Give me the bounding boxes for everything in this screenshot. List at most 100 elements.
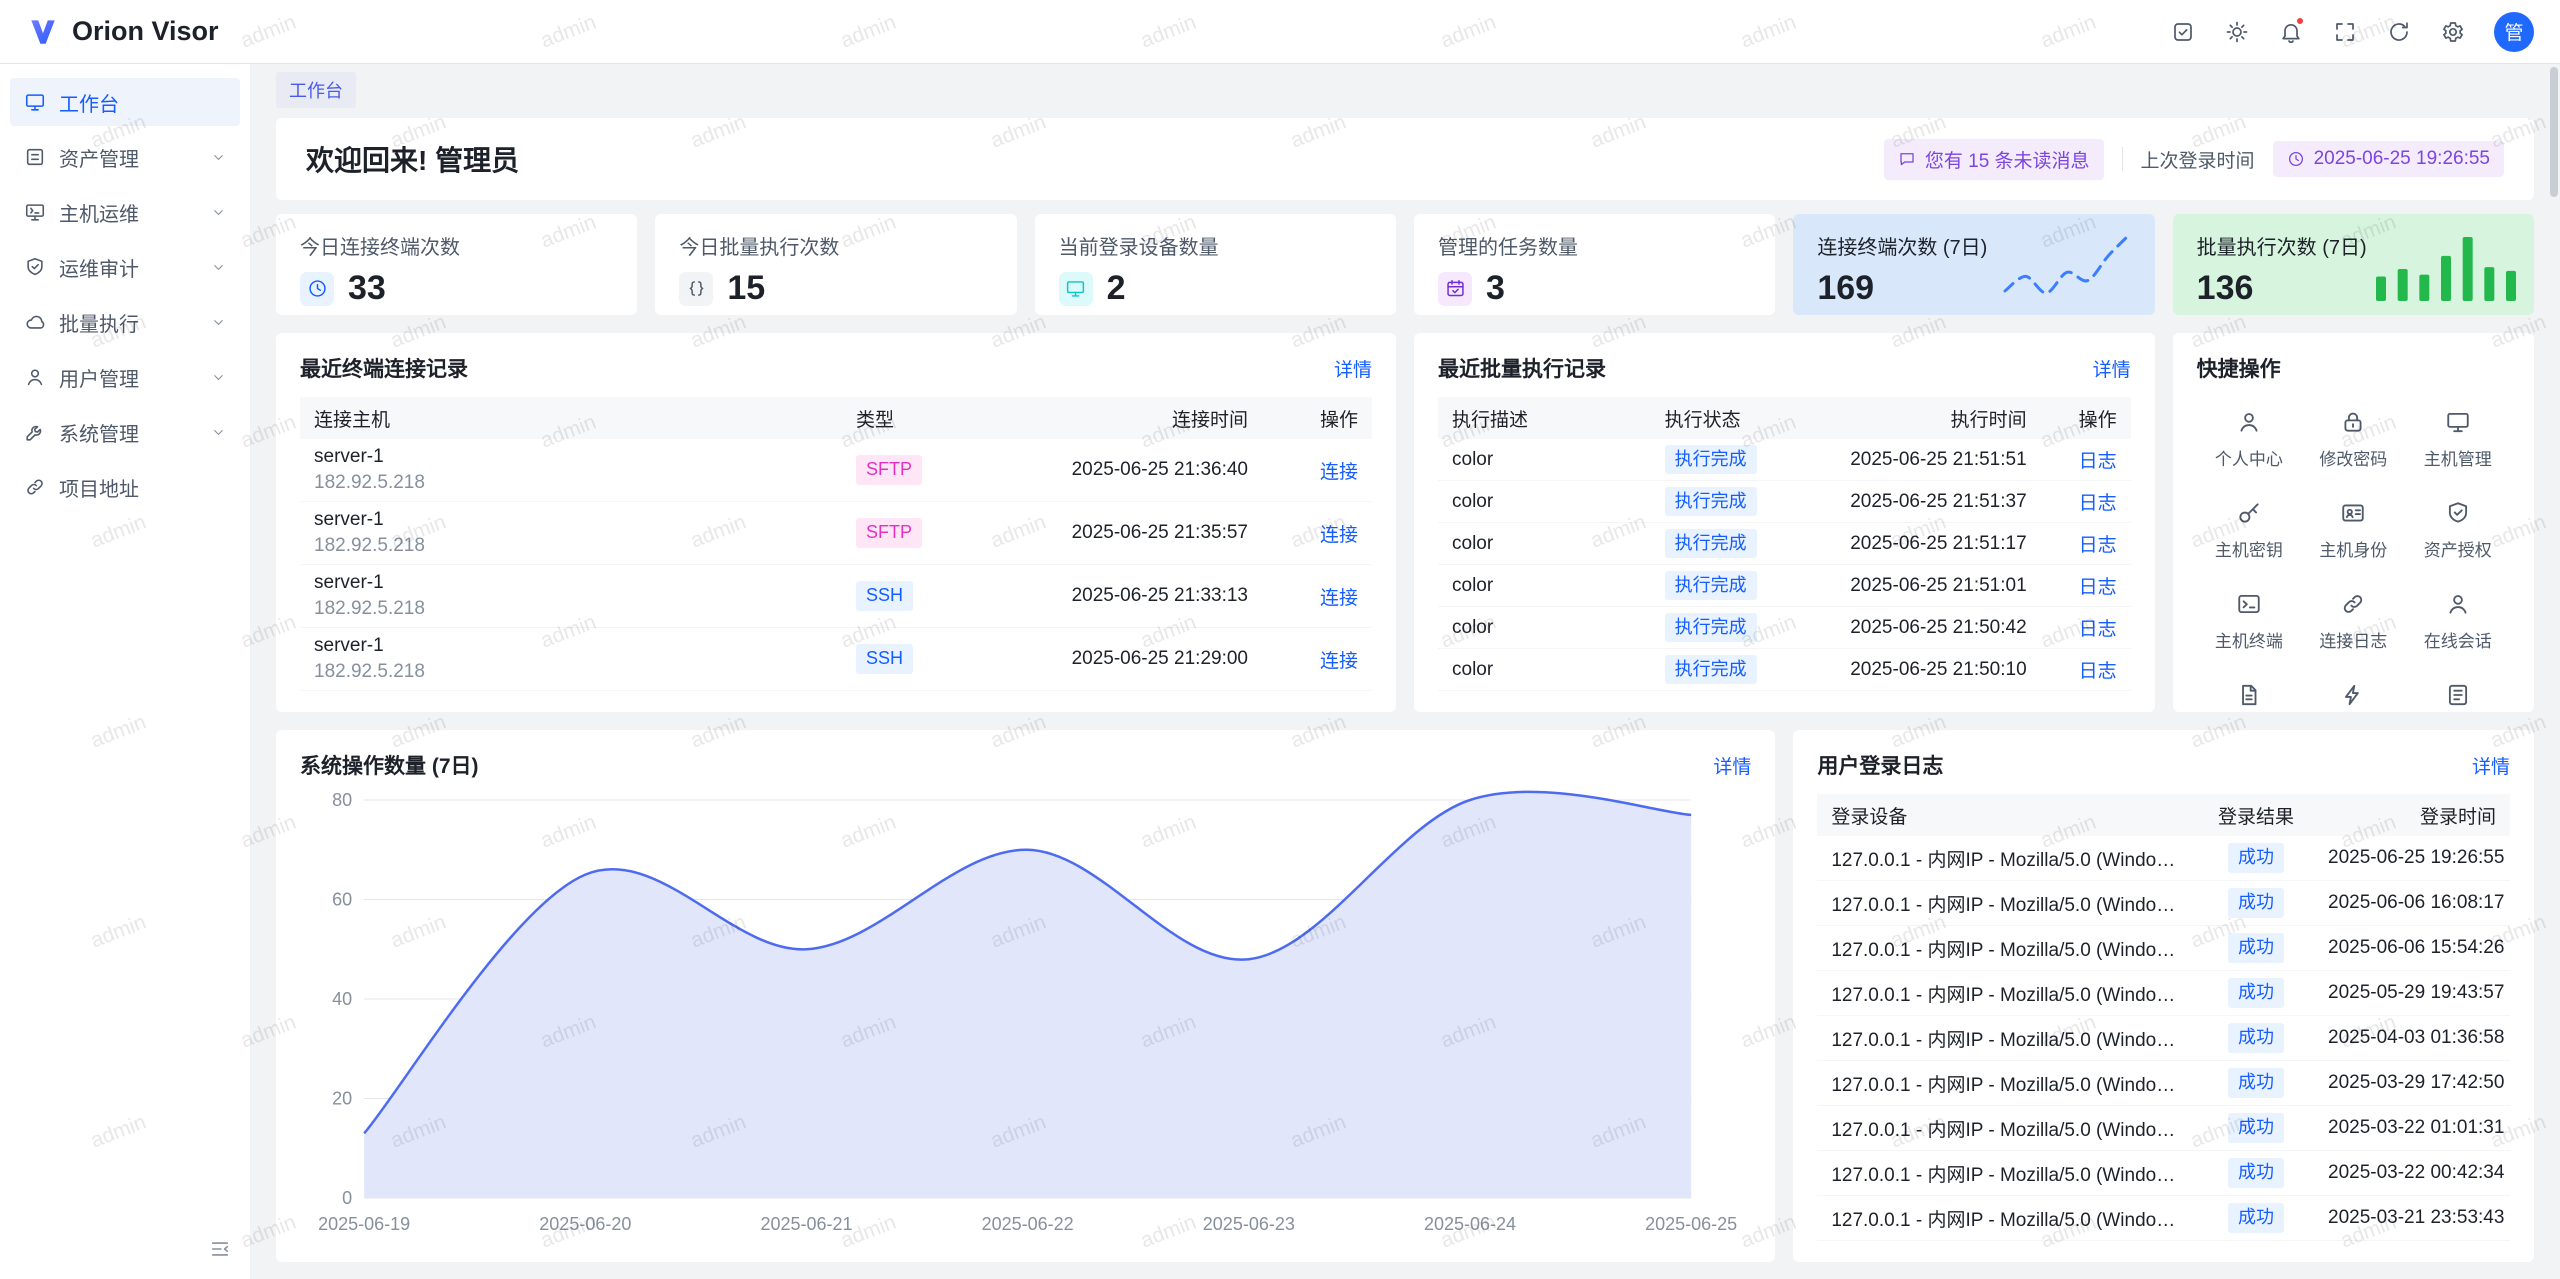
execution-status-tag: 执行完成: [1665, 445, 1757, 474]
login-details-link[interactable]: 详情: [2472, 752, 2510, 779]
sidebar-item-host-ops[interactable]: 主机运维: [10, 188, 240, 236]
fullscreen-glyph: [2333, 20, 2357, 44]
sidebar-item-project-link[interactable]: 项目地址: [10, 463, 240, 511]
execution-status-tag: 执行完成: [1665, 529, 1757, 558]
operations-details-link[interactable]: 详情: [1713, 752, 1751, 779]
system-operations-panel: 系统操作数量 (7日) 详情 0204060802025-06-192025-0…: [276, 730, 1775, 1262]
quick-action-online-sessions[interactable]: 在线会话: [2406, 591, 2510, 652]
quick-action-change-password[interactable]: 修改密码: [2301, 409, 2405, 470]
execution-description: color: [1438, 659, 1651, 681]
stat-card-tasks: 管理的任务数量 3: [1414, 214, 1775, 315]
sidebar-item-user-management[interactable]: 用户管理: [10, 353, 240, 401]
quick-action-host-keys[interactable]: 主机密钥: [2197, 500, 2301, 561]
sidebar-item-asset-management[interactable]: 资产管理: [10, 133, 240, 181]
column-header: 执行描述: [1438, 405, 1651, 432]
stat-card-terminal-7d: 连接终端次数 (7日) 169: [1793, 214, 2154, 315]
sidebar-item-label: 项目地址: [59, 473, 139, 502]
table-header: 登录设备 登录结果 登录时间: [1817, 794, 2510, 836]
users-glyph: [2445, 591, 2471, 617]
system-operations-chart: 0204060802025-06-192025-06-202025-06-212…: [300, 786, 1751, 1242]
login-time: 2025-06-06 16:08:17: [2314, 892, 2510, 914]
bottom-row: 系统操作数量 (7日) 详情 0204060802025-06-192025-0…: [276, 730, 2534, 1262]
login-table-row: 127.0.0.1 - 内网IP - Mozilla/5.0 (Windows …: [1817, 836, 2510, 881]
sidebar-item-label: 资产管理: [59, 143, 139, 172]
connection-type-tag: SFTP: [856, 455, 922, 484]
x-tick-label: 2025-06-19: [318, 1214, 410, 1234]
quick-action-execution-log[interactable]: 执行日志: [2406, 682, 2510, 712]
sidebar-item-ops-audit[interactable]: 运维审计: [10, 243, 240, 291]
batch-table-row: color 执行完成 2025-06-25 21:51:01 日志: [1438, 565, 2131, 607]
connection-type-tag: SFTP: [856, 518, 922, 547]
link-glyph: [24, 476, 46, 498]
sidebar-menu: 工作台 资产管理 主机运维 运维审计 批量执行 用户管理 系统管理 项目地址: [10, 78, 240, 511]
connect-link[interactable]: 连接: [1320, 525, 1358, 546]
collapse-sidebar-icon[interactable]: [202, 1231, 238, 1267]
batch-table-row: color 执行完成 2025-06-25 21:50:42 日志: [1438, 607, 2131, 649]
connect-link[interactable]: 连接: [1320, 651, 1358, 672]
mini-bar: [2463, 237, 2473, 301]
execution-description: color: [1438, 533, 1651, 555]
execution-time: 2025-06-25 21:51:37: [1801, 491, 2041, 513]
panel-title: 用户登录日志: [1817, 750, 1943, 780]
welcome-title: 欢迎回来! 管理员: [306, 139, 519, 179]
last-login-label: 上次登录时间: [2141, 146, 2255, 173]
chevron-down-icon: [211, 370, 226, 385]
scrollbar-thumb[interactable]: [2550, 67, 2558, 197]
quick-action-connection-log[interactable]: 连接日志: [2301, 591, 2405, 652]
scrollbar[interactable]: [2548, 64, 2560, 1279]
login-result-tag: 成功: [2228, 933, 2284, 962]
quick-action-host-terminal[interactable]: 主机终端: [2197, 591, 2301, 652]
user-avatar[interactable]: 管: [2494, 12, 2534, 52]
clock-glyph: [2287, 150, 2305, 168]
monitor-glyph: [2445, 409, 2471, 435]
quick-action-host-management[interactable]: 主机管理: [2406, 409, 2510, 470]
quick-action-host-identity[interactable]: 主机身份: [2301, 500, 2405, 561]
breadcrumb-item-workbench[interactable]: 工作台: [276, 72, 356, 108]
log-link[interactable]: 日志: [2079, 619, 2117, 640]
execution-time: 2025-06-25 21:51:01: [1801, 575, 2041, 597]
login-table-row: 127.0.0.1 - 内网IP - Mozilla/5.0 (Windows …: [1817, 1016, 2510, 1061]
system-glyph: [24, 421, 46, 443]
quick-action-profile[interactable]: 个人中心: [2197, 409, 2301, 470]
log-link[interactable]: 日志: [2079, 493, 2117, 514]
brand[interactable]: Orion Visor: [26, 15, 219, 49]
clock-glyph: [307, 278, 328, 299]
host-name: server-1: [314, 633, 828, 659]
log-link[interactable]: 日志: [2079, 535, 2117, 556]
audit-icon: [24, 256, 46, 278]
log-link[interactable]: 日志: [2079, 661, 2117, 682]
notifications-icon[interactable]: [2270, 11, 2312, 53]
theme-toggle-icon[interactable]: [2216, 11, 2258, 53]
refresh-icon[interactable]: [2378, 11, 2420, 53]
batch-glyph: [24, 311, 46, 333]
quick-action-asset-authorization[interactable]: 资产授权: [2406, 500, 2510, 561]
login-time: 2025-03-22 01:01:31: [2314, 1117, 2510, 1139]
settings-icon[interactable]: [2432, 11, 2474, 53]
batch-details-link[interactable]: 详情: [2093, 355, 2131, 382]
quick-action-file-operation-log[interactable]: 文件操作日志: [2197, 682, 2301, 712]
connect-link[interactable]: 连接: [1320, 462, 1358, 483]
sidebar-item-workbench[interactable]: 工作台: [10, 78, 240, 126]
sidebar-item-system-management[interactable]: 系统管理: [10, 408, 240, 456]
quick-action-command-execution[interactable]: 命令执行: [2301, 682, 2405, 712]
connect-link[interactable]: 连接: [1320, 588, 1358, 609]
lock-icon: [2340, 409, 2366, 435]
log-link[interactable]: 日志: [2079, 451, 2117, 472]
unread-messages-badge[interactable]: 您有 15 条未读消息: [1884, 139, 2104, 180]
braces-glyph: [686, 278, 707, 299]
tasks-icon[interactable]: [2162, 11, 2204, 53]
quick-action-label: 主机密钥: [2215, 536, 2283, 561]
column-header: 连接时间: [972, 405, 1262, 432]
log-link[interactable]: 日志: [2079, 577, 2117, 598]
batch-table-row: color 执行完成 2025-06-25 21:51:37 日志: [1438, 481, 2131, 523]
column-header: 连接主机: [300, 405, 842, 432]
asset-glyph: [24, 146, 46, 168]
stat-label: 今日连接终端次数: [300, 231, 613, 260]
idcard-glyph: [2340, 500, 2366, 526]
sidebar-item-batch-execution[interactable]: 批量执行: [10, 298, 240, 346]
column-header: 执行状态: [1651, 405, 1801, 432]
fullscreen-icon[interactable]: [2324, 11, 2366, 53]
login-table-row: 127.0.0.1 - 内网IP - Mozilla/5.0 (Windows …: [1817, 971, 2510, 1016]
mini-bar: [2484, 267, 2494, 301]
terminal-details-link[interactable]: 详情: [1334, 355, 1372, 382]
